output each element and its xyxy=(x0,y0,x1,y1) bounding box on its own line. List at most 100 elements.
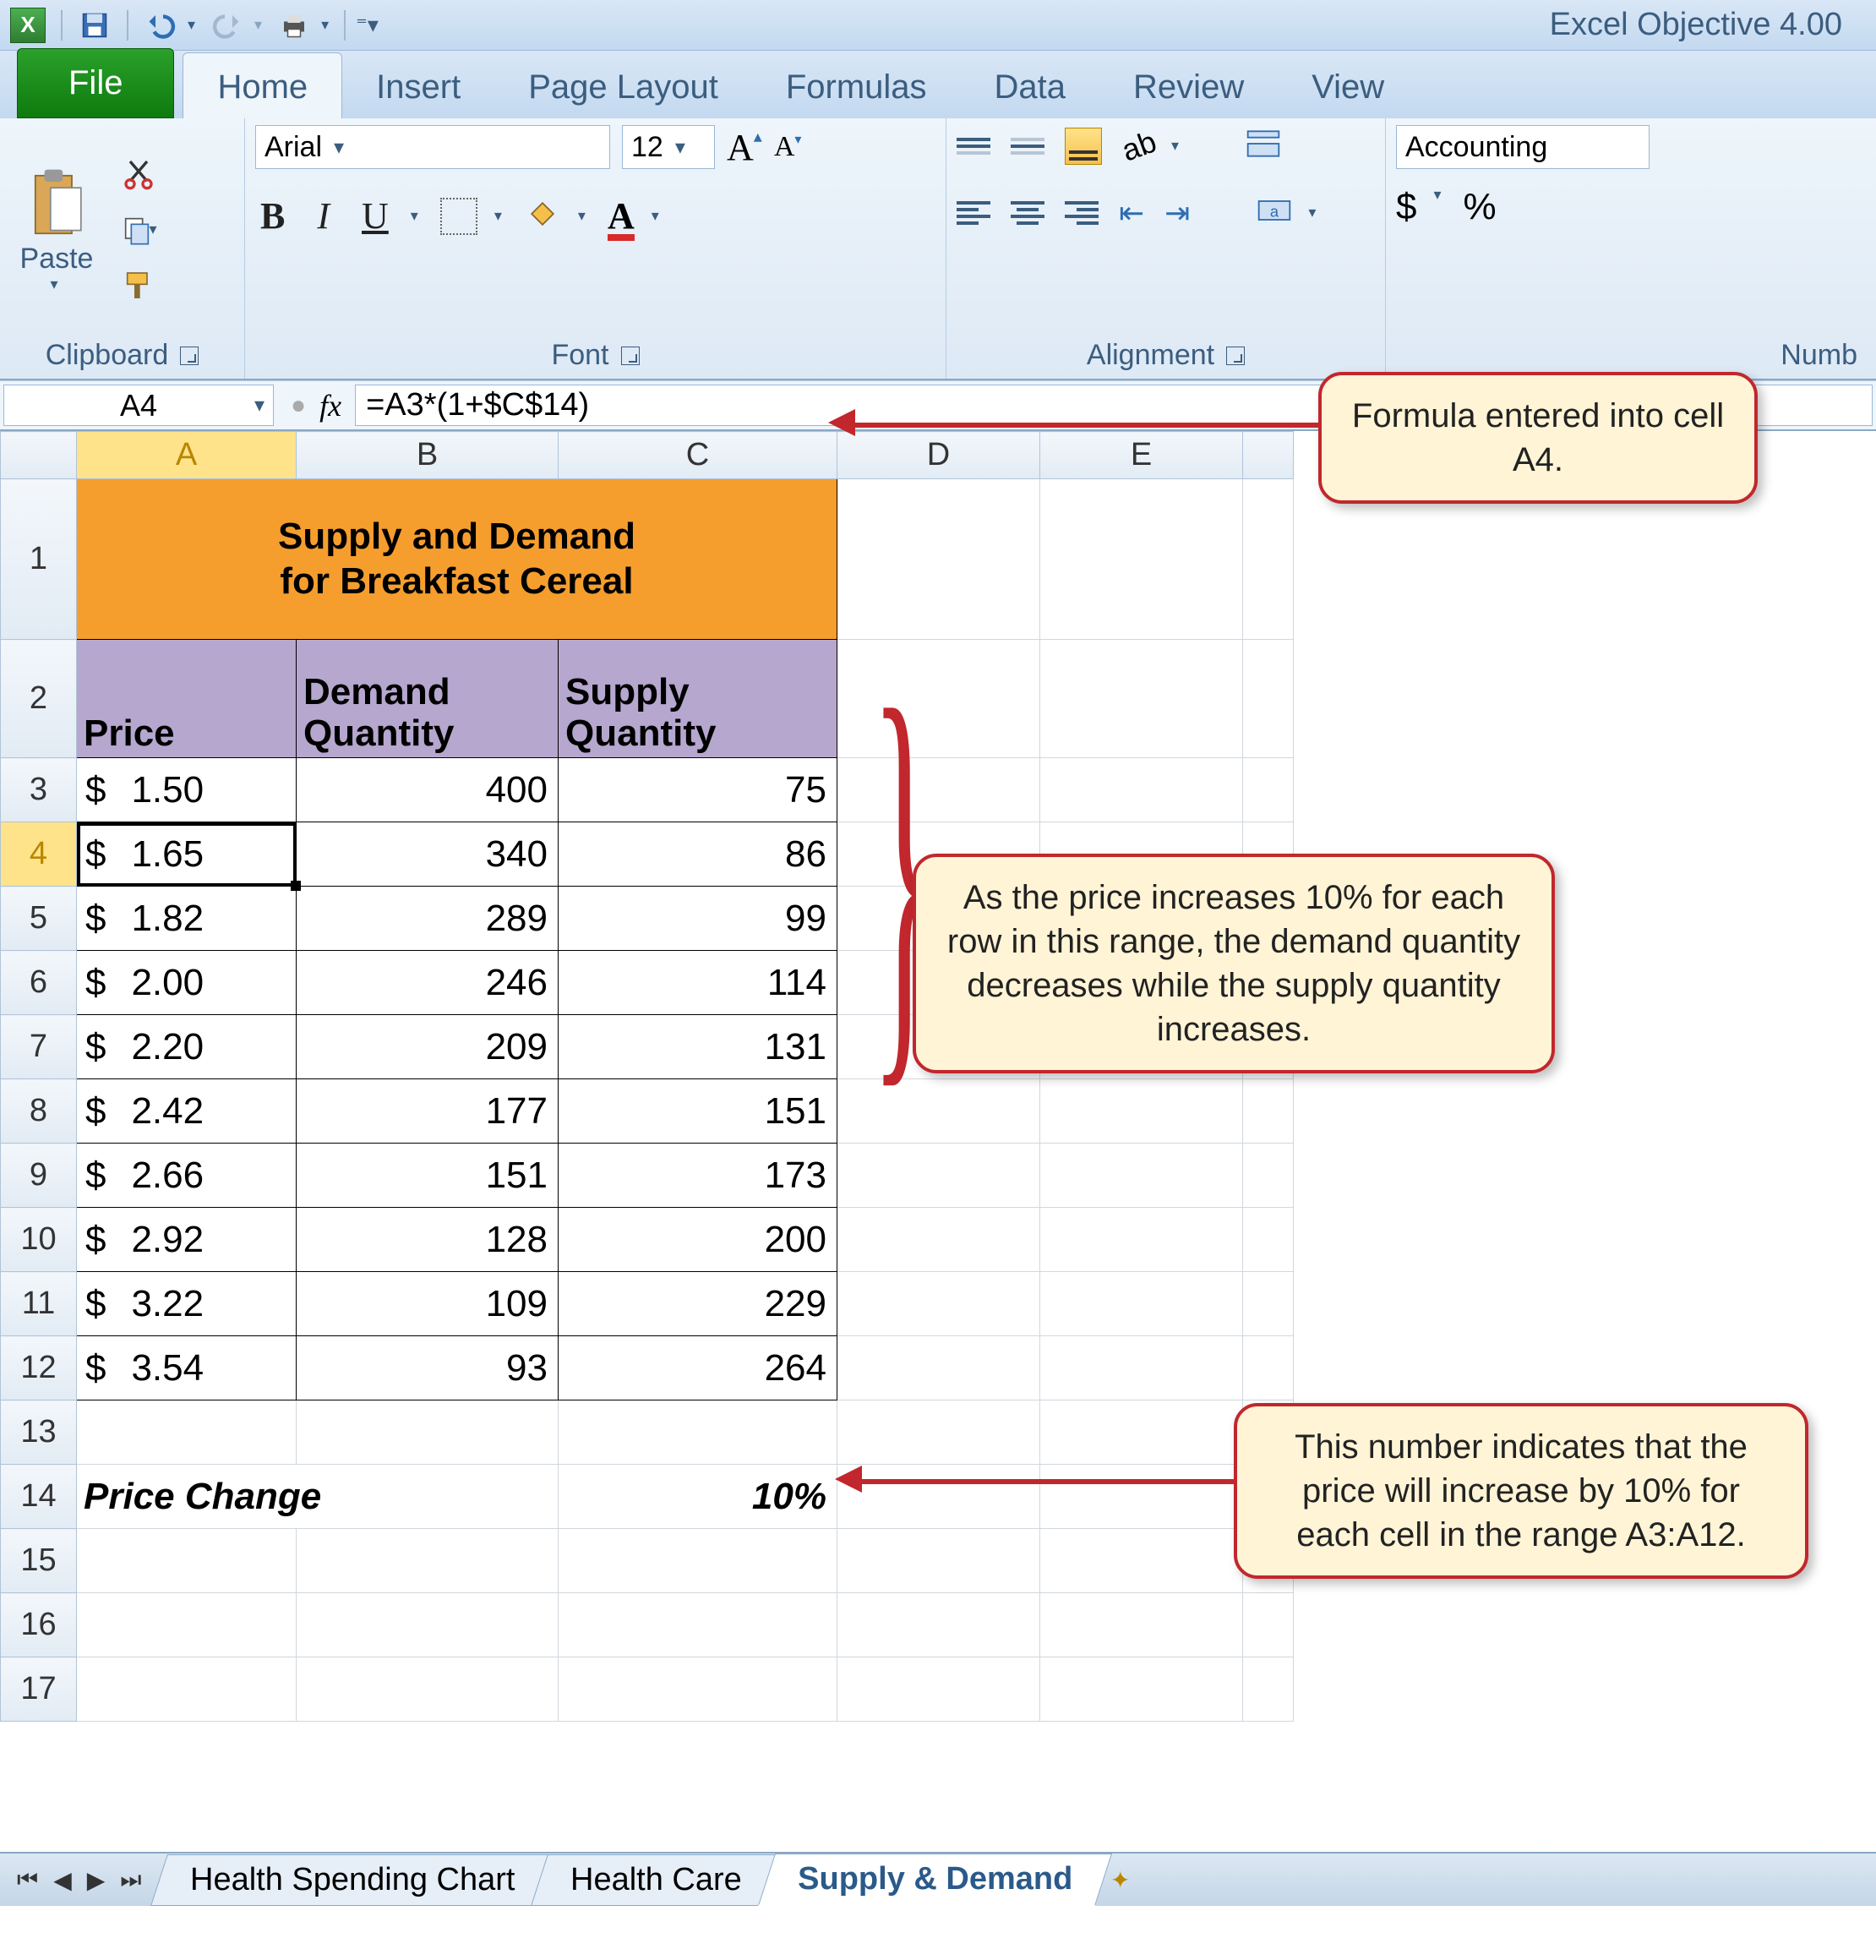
cell[interactable] xyxy=(837,1079,1040,1144)
number-format-combo[interactable]: Accounting xyxy=(1396,125,1650,169)
cut-icon[interactable] xyxy=(117,152,161,196)
cell[interactable] xyxy=(837,1465,1040,1529)
row-header[interactable]: 4 xyxy=(1,822,77,887)
cell[interactable]: 93 xyxy=(297,1336,559,1400)
tab-nav-last-icon[interactable]: ⏭ xyxy=(115,1863,146,1897)
redo-icon[interactable] xyxy=(210,8,244,42)
tab-page-layout[interactable]: Page Layout xyxy=(494,53,752,118)
cell[interactable] xyxy=(559,1400,837,1465)
spreadsheet-grid[interactable]: A B C D E 1Supply and Demandfor Breakfas… xyxy=(0,431,1294,1722)
cell[interactable]: 340 xyxy=(297,822,559,887)
save-icon[interactable] xyxy=(78,8,112,42)
borders-dropdown-icon[interactable]: ▾ xyxy=(494,207,502,225)
cell[interactable]: 75 xyxy=(559,758,837,822)
col-header-a[interactable]: A xyxy=(77,432,297,479)
align-bottom-icon[interactable] xyxy=(1065,128,1102,165)
orientation-dropdown-icon[interactable]: ▾ xyxy=(1171,137,1179,155)
cell[interactable] xyxy=(837,1336,1040,1400)
bold-button[interactable]: B xyxy=(255,194,290,237)
cell[interactable]: 109 xyxy=(297,1272,559,1336)
redo-dropdown-icon[interactable]: ▾ xyxy=(254,16,262,34)
cell[interactable]: 86 xyxy=(559,822,837,887)
increase-indent-icon[interactable]: ⇥ xyxy=(1164,195,1190,231)
tab-insert[interactable]: Insert xyxy=(342,53,494,118)
cell[interactable] xyxy=(77,1593,297,1657)
cell[interactable]: 99 xyxy=(559,887,837,951)
font-color-icon[interactable]: A xyxy=(608,194,635,237)
title-cell[interactable]: Supply and Demandfor Breakfast Cereal xyxy=(77,479,837,640)
cell[interactable] xyxy=(837,1529,1040,1593)
cell[interactable]: $ 2.20 xyxy=(77,1015,297,1079)
cell[interactable] xyxy=(77,1657,297,1722)
cell[interactable]: $ 1.50 xyxy=(77,758,297,822)
decrease-font-icon[interactable]: A▾ xyxy=(774,131,802,163)
row-header[interactable]: 13 xyxy=(1,1400,77,1465)
cell[interactable]: 151 xyxy=(559,1079,837,1144)
merge-center-icon[interactable]: a xyxy=(1256,192,1293,233)
align-left-icon[interactable] xyxy=(957,201,990,225)
col-header-f[interactable] xyxy=(1243,432,1294,479)
cell[interactable]: 200 xyxy=(559,1208,837,1272)
select-all-corner[interactable] xyxy=(1,432,77,479)
cell[interactable] xyxy=(77,1400,297,1465)
borders-icon[interactable] xyxy=(440,198,477,235)
tab-nav-next-icon[interactable]: ▶ xyxy=(82,1863,111,1897)
header-cell[interactable]: DemandQuantity xyxy=(297,640,559,758)
cell[interactable] xyxy=(1243,1272,1294,1336)
cell[interactable]: 10% xyxy=(559,1465,837,1529)
tab-home[interactable]: Home xyxy=(183,52,342,118)
cell[interactable] xyxy=(1243,1593,1294,1657)
row-header[interactable]: 10 xyxy=(1,1208,77,1272)
row-header[interactable]: 9 xyxy=(1,1144,77,1208)
cancel-formula-icon[interactable]: ● xyxy=(291,391,306,420)
row-header[interactable]: 1 xyxy=(1,479,77,640)
align-right-icon[interactable] xyxy=(1065,201,1099,225)
alignment-dialog-launcher-icon[interactable] xyxy=(1226,347,1245,365)
row-header[interactable]: 6 xyxy=(1,951,77,1015)
font-dialog-launcher-icon[interactable] xyxy=(621,347,640,365)
header-cell[interactable]: SupplyQuantity xyxy=(559,640,837,758)
cell[interactable]: Price Change xyxy=(77,1465,559,1529)
cell[interactable] xyxy=(1040,1657,1243,1722)
row-header[interactable]: 7 xyxy=(1,1015,77,1079)
sheet-tab-health-care[interactable]: Health Care xyxy=(531,1854,782,1906)
cell[interactable]: $ 1.65 xyxy=(77,822,297,887)
underline-button[interactable]: U xyxy=(357,194,394,237)
cell[interactable]: 246 xyxy=(297,951,559,1015)
copy-icon[interactable]: ▾ xyxy=(117,208,161,252)
font-size-combo[interactable]: 12▾ xyxy=(622,125,715,169)
cell[interactable] xyxy=(1040,1272,1243,1336)
sheet-tab-health-spending[interactable]: Health Spending Chart xyxy=(150,1854,554,1906)
row-header[interactable]: 11 xyxy=(1,1272,77,1336)
cell[interactable] xyxy=(1040,1144,1243,1208)
col-header-e[interactable]: E xyxy=(1040,432,1243,479)
row-header[interactable]: 2 xyxy=(1,640,77,758)
tab-view[interactable]: View xyxy=(1278,53,1418,118)
cell[interactable]: $ 2.42 xyxy=(77,1079,297,1144)
row-header[interactable]: 15 xyxy=(1,1529,77,1593)
italic-button[interactable]: I xyxy=(312,194,335,237)
cell[interactable] xyxy=(297,1529,559,1593)
paste-dropdown-icon[interactable]: ▾ xyxy=(50,276,57,293)
cell[interactable] xyxy=(1040,479,1243,640)
tab-formulas[interactable]: Formulas xyxy=(752,53,961,118)
cell[interactable]: $ 2.66 xyxy=(77,1144,297,1208)
cell[interactable]: $ 3.22 xyxy=(77,1272,297,1336)
row-header[interactable]: 8 xyxy=(1,1079,77,1144)
cell[interactable] xyxy=(1040,758,1243,822)
currency-dropdown-icon[interactable]: ▾ xyxy=(1433,186,1441,228)
align-top-icon[interactable] xyxy=(957,138,990,155)
cell[interactable]: 229 xyxy=(559,1272,837,1336)
cell[interactable] xyxy=(837,1657,1040,1722)
cell[interactable] xyxy=(559,1657,837,1722)
cell[interactable] xyxy=(1243,1208,1294,1272)
print-dropdown-icon[interactable]: ▾ xyxy=(321,16,329,34)
paste-button[interactable]: Paste ▾ xyxy=(10,167,103,293)
cell[interactable]: $ 2.00 xyxy=(77,951,297,1015)
font-name-combo[interactable]: Arial▾ xyxy=(255,125,610,169)
cell[interactable] xyxy=(1040,1079,1243,1144)
cell[interactable] xyxy=(1243,1144,1294,1208)
underline-dropdown-icon[interactable]: ▾ xyxy=(411,207,418,225)
cell[interactable]: 173 xyxy=(559,1144,837,1208)
header-cell[interactable]: Price xyxy=(77,640,297,758)
